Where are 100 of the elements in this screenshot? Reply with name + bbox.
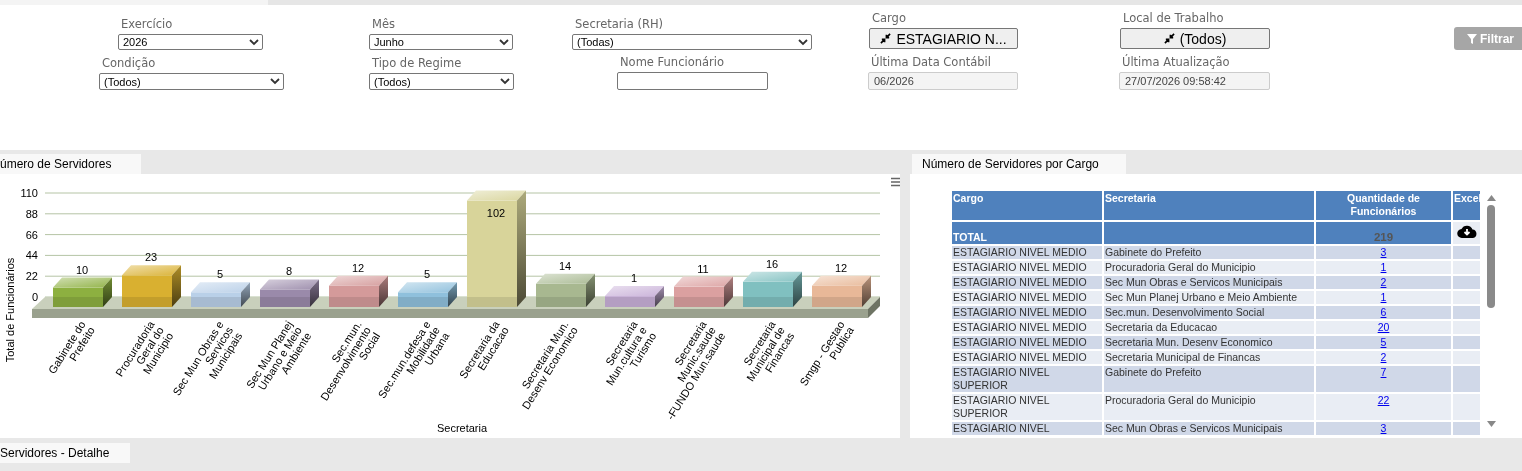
filter-icon bbox=[1467, 33, 1477, 44]
chevron-icon bbox=[270, 78, 280, 85]
bar bbox=[398, 292, 448, 297]
table-cell: ESTAGIARIO NIVEL bbox=[952, 422, 1102, 435]
data-label: 8 bbox=[285, 265, 293, 278]
dropdown[interactable]: (Todos) bbox=[369, 73, 514, 90]
count-link[interactable]: 6 bbox=[1380, 306, 1387, 318]
bar bbox=[191, 292, 241, 297]
count-link[interactable]: 2 bbox=[1380, 276, 1387, 288]
data-label: 10 bbox=[75, 263, 89, 276]
table-cell: ESTAGIARIO NIVEL MEDIO bbox=[952, 246, 1102, 259]
table-cell: Sec Mun Obras e Servicos Municipais bbox=[1104, 276, 1314, 289]
collapse-arrows-icon bbox=[1163, 33, 1175, 44]
count-link[interactable]: 7 bbox=[1380, 366, 1387, 378]
panel-tab[interactable]: Servidores - Detalhe bbox=[0, 443, 130, 463]
count-link[interactable]: 3 bbox=[1380, 422, 1387, 434]
picker-button[interactable]: ESTAGIARIO N... bbox=[869, 28, 1018, 49]
field-label: Última Atualização bbox=[1122, 55, 1231, 69]
tick-label: 66 bbox=[25, 228, 38, 241]
field-label: Nome Funcionário bbox=[620, 55, 725, 69]
field-label: Última Data Contábil bbox=[871, 55, 992, 69]
table-cell: ESTAGIARIO NIVEL MEDIO bbox=[952, 351, 1102, 364]
dropdown[interactable]: Junho bbox=[369, 34, 513, 50]
data-label: 14 bbox=[558, 259, 572, 272]
chevron-icon bbox=[500, 78, 510, 85]
panel-tab[interactable]: Número de Servidores por Cargo bbox=[912, 154, 1126, 174]
panel-tab[interactable]: úmero de Servidores bbox=[0, 154, 141, 174]
table-cell: Secretaria Municipal de Financas bbox=[1104, 351, 1314, 364]
table-cell: ESTAGIARIO NIVEL SUPERIOR bbox=[952, 366, 1102, 392]
table-cell: Sec.mun. Desenvolvimento Social bbox=[1104, 306, 1314, 319]
field-label: Secretaria (RH) bbox=[575, 17, 665, 31]
tick-label: 44 bbox=[25, 249, 38, 262]
dropdown[interactable]: 2026 bbox=[118, 34, 263, 50]
data-label: 1 bbox=[630, 272, 638, 285]
count-link[interactable]: 1 bbox=[1380, 291, 1387, 303]
table-cell: ESTAGIARIO NIVEL MEDIO bbox=[952, 306, 1102, 319]
dropdown[interactable]: (Todos) bbox=[99, 73, 284, 90]
axis-title: Secretaria bbox=[436, 422, 488, 434]
column-header: Cargo bbox=[952, 191, 1102, 220]
picker-button[interactable]: (Todos) bbox=[1120, 28, 1270, 49]
column-header: Secretaria bbox=[1104, 191, 1314, 220]
table-cell: ESTAGIARIO NIVEL MEDIO bbox=[952, 336, 1102, 349]
scroll-up-icon[interactable] bbox=[1486, 195, 1496, 201]
data-label: 11 bbox=[697, 262, 709, 275]
chevron-icon bbox=[798, 38, 808, 46]
scroll-down-icon[interactable] bbox=[1486, 421, 1496, 427]
data-label: 102 bbox=[486, 206, 506, 219]
table-cell: Gabinete do Prefeito bbox=[1104, 246, 1314, 259]
data-label: 5 bbox=[423, 268, 431, 281]
dropdown[interactable]: (Todas) bbox=[572, 34, 812, 50]
tick-label: 88 bbox=[25, 207, 38, 220]
tick-label: 110 bbox=[20, 187, 38, 199]
field-label: Local de Trabalho bbox=[1123, 11, 1225, 25]
field-label: Tipo de Regime bbox=[372, 56, 463, 70]
count-link[interactable]: 20 bbox=[1377, 321, 1390, 333]
chevron-icon bbox=[249, 38, 259, 46]
bar bbox=[122, 275, 172, 297]
table-cell: ESTAGIARIO NIVEL SUPERIOR bbox=[952, 394, 1102, 420]
menu-icon[interactable] bbox=[891, 177, 900, 187]
table-cell: Sec Mun Obras e Servicos Municipais bbox=[1104, 422, 1314, 435]
table-cell: Secretaria Mun. Desenv Economico bbox=[1104, 336, 1314, 349]
bar bbox=[674, 286, 724, 297]
count-link[interactable]: 3 bbox=[1380, 246, 1387, 258]
data-label: 12 bbox=[351, 261, 365, 274]
tick-label: 22 bbox=[25, 270, 38, 283]
table-cell: Secretaria da Educacao bbox=[1104, 321, 1314, 334]
field-label: Cargo bbox=[872, 11, 907, 25]
table-cell: ESTAGIARIO NIVEL MEDIO bbox=[952, 261, 1102, 274]
readonly-field: 06/2026 bbox=[868, 72, 1018, 90]
total-label: TOTAL bbox=[952, 222, 1102, 244]
bar bbox=[260, 289, 310, 297]
count-link[interactable]: 1 bbox=[1380, 261, 1387, 273]
total-value: 219 bbox=[1316, 222, 1451, 244]
data-label: 5 bbox=[216, 268, 224, 281]
text-field[interactable] bbox=[617, 72, 768, 90]
cloud-download-icon[interactable] bbox=[1456, 224, 1477, 239]
axis-title: Total de Funcionários bbox=[4, 257, 16, 363]
bar bbox=[53, 287, 103, 297]
field-label: Condição bbox=[102, 56, 157, 70]
collapse-arrows-icon bbox=[880, 33, 892, 44]
count-link[interactable]: 2 bbox=[1380, 351, 1387, 363]
scrollbar-thumb[interactable] bbox=[1487, 205, 1495, 308]
count-link[interactable]: 22 bbox=[1377, 394, 1390, 406]
table-cell: ESTAGIARIO NIVEL MEDIO bbox=[952, 321, 1102, 334]
data-label: 16 bbox=[765, 257, 779, 270]
table-cell: ESTAGIARIO NIVEL MEDIO bbox=[952, 276, 1102, 289]
data-label: 23 bbox=[144, 251, 158, 264]
readonly-field: 27/07/2026 09:58:42 bbox=[1119, 72, 1270, 90]
chevron-icon bbox=[499, 38, 509, 46]
column-header: Quantidade de Funcionários bbox=[1316, 191, 1451, 220]
field-label: Mês bbox=[372, 17, 396, 31]
table-cell: Procuradoria Geral do Municipio bbox=[1104, 261, 1314, 274]
data-label: 12 bbox=[834, 261, 848, 274]
field-label: Exercício bbox=[121, 17, 174, 31]
tick-label: 0 bbox=[31, 291, 38, 303]
count-link[interactable]: 5 bbox=[1380, 336, 1387, 348]
table-cell: ESTAGIARIO NIVEL MEDIO bbox=[952, 291, 1102, 304]
table-cell: Procuradoria Geral do Municipio bbox=[1104, 394, 1314, 420]
table-cell: Gabinete do Prefeito bbox=[1104, 366, 1314, 392]
table-cell: Sec Mun Planej Urbano e Meio Ambiente bbox=[1104, 291, 1314, 304]
